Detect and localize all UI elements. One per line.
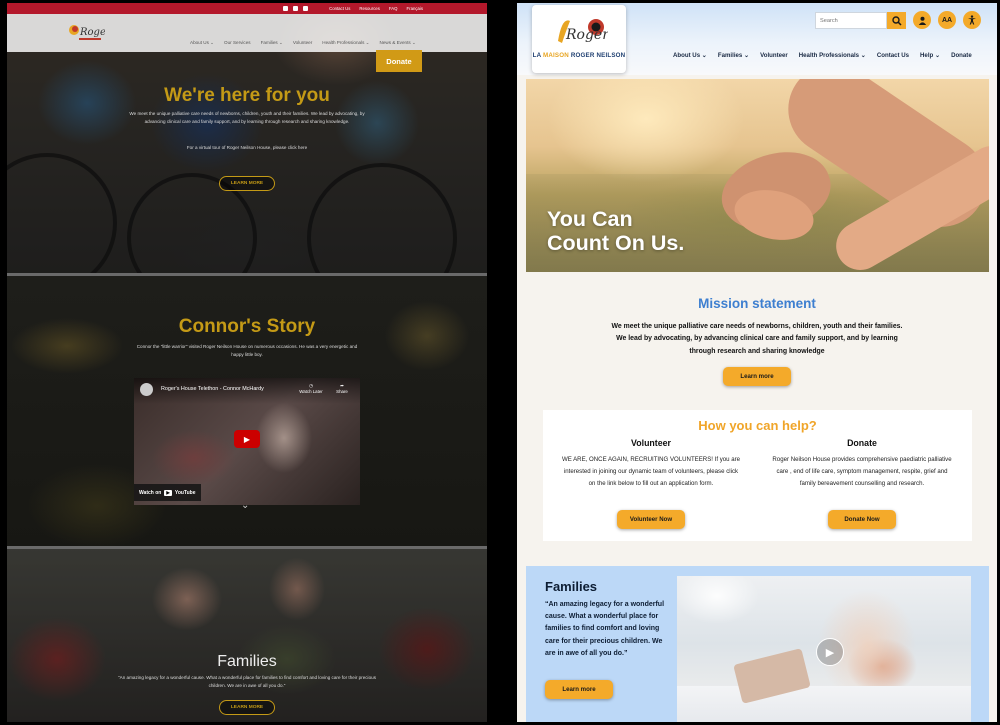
play-icon[interactable]: ▶ (234, 430, 260, 448)
topbar-link-contact[interactable]: Contact Us (329, 6, 350, 11)
help-title: How you can help? (698, 418, 817, 433)
watch-later-button[interactable]: ◷ Watch Later (292, 383, 330, 394)
old-families-learn-more-button[interactable]: LEARN MORE (219, 700, 275, 715)
old-nav-about[interactable]: About Us ⌄ (190, 40, 214, 46)
old-hero-title: We're here for you (164, 85, 330, 106)
old-story-title: Connor's Story (178, 316, 316, 337)
topbar-link-resources[interactable]: Resources (359, 6, 380, 11)
new-logo[interactable]: Roger LA MAISON ROGER NEILSON (532, 5, 626, 73)
families-learn-more-button[interactable]: Learn more (545, 680, 613, 699)
new-main-nav: About Us ⌄ Families ⌄ Volunteer Health P… (673, 52, 972, 59)
nav-about-us[interactable]: About Us ⌄ (673, 52, 707, 59)
chevron-down-icon[interactable]: ⌄ (241, 500, 249, 511)
mission-title: Mission statement (698, 296, 816, 311)
user-button[interactable] (913, 11, 931, 29)
blanket-shape (677, 686, 971, 722)
email-icon[interactable] (303, 6, 309, 11)
old-nav-news[interactable]: News & Events ⌄ (380, 40, 416, 46)
search-icon (891, 15, 902, 26)
donate-text: Roger Neilson House provides comprehensi… (772, 456, 952, 487)
old-hero-tour-link[interactable]: For a virtual tour of Roger Neilson Hous… (119, 144, 375, 152)
accessibility-button[interactable] (963, 11, 981, 29)
new-website: Roger LA MAISON ROGER NEILSON AA About U… (517, 3, 997, 722)
old-donate-button[interactable]: Donate (376, 50, 422, 72)
mission-text: We meet the unique palliative care needs… (611, 323, 903, 355)
old-nav-volunteer[interactable]: Volunteer (293, 40, 312, 46)
nav-contact-us[interactable]: Contact Us (877, 52, 909, 59)
chevron-down-icon: ⌄ (860, 52, 866, 59)
new-header: Roger LA MAISON ROGER NEILSON AA About U… (517, 3, 997, 75)
watch-later-label: Watch Later (299, 389, 323, 394)
chevron-down-icon: ⌄ (701, 52, 707, 59)
search-input[interactable] (815, 12, 887, 29)
twitter-icon[interactable] (293, 6, 299, 11)
old-main-nav: About Us ⌄ Our Services Families ⌄ Volun… (190, 40, 416, 46)
chevron-down-icon: ⌄ (934, 52, 941, 59)
share-label: Share (336, 389, 348, 394)
families-title: Families (545, 579, 598, 594)
old-hero-learn-more-button[interactable]: LEARN MORE (219, 176, 275, 191)
nav-families[interactable]: Families ⌄ (718, 52, 749, 59)
share-button[interactable]: ➦ Share (330, 383, 354, 394)
families-quote: “An amazing legacy for a wonderful cause… (545, 601, 665, 657)
old-hero-text: We meet the unique palliative care needs… (129, 111, 365, 125)
old-website: We're here for you We meet the unique pa… (7, 3, 487, 722)
user-icon (918, 16, 926, 25)
donate-now-button[interactable]: Donate Now (828, 510, 896, 529)
volunteer-text: WE ARE, ONCE AGAIN, RECRUITING VOLUNTEER… (561, 456, 741, 487)
svg-text:Roger: Roger (565, 27, 608, 43)
old-families-text: "An amazing legacy for a wonderful cause… (118, 675, 376, 689)
new-hero-section: You Can Count On Us. (526, 79, 989, 272)
nav-help[interactable]: Help ⌄ (920, 52, 940, 59)
search-button[interactable] (887, 12, 906, 29)
old-video-player[interactable]: Roger's House Telethon - Connor McHardy … (134, 378, 360, 505)
new-hero-title: You Can Count On Us. (547, 207, 685, 255)
play-icon[interactable]: ▶ (816, 638, 844, 666)
nav-volunteer[interactable]: Volunteer (760, 52, 788, 59)
old-nav-health-professionals[interactable]: Health Professionals ⌄ (322, 40, 369, 46)
families-overlay (7, 549, 487, 722)
logo-wordmark: LA MAISON ROGER NEILSON (532, 52, 626, 59)
topbar-link-francais[interactable]: Français (407, 6, 423, 11)
old-nav-services[interactable]: Our Services (224, 40, 251, 46)
families-section: Families “An amazing legacy for a wonder… (526, 566, 989, 722)
topbar-link-faq[interactable]: FAQ (389, 6, 398, 11)
volunteer-now-button[interactable]: Volunteer Now (617, 510, 685, 529)
svg-text:Roger: Roger (79, 27, 105, 38)
donate-heading: Donate (847, 438, 877, 448)
comparison-stage: We're here for you We meet the unique pa… (0, 0, 1000, 725)
youtube-label: YouTube (174, 489, 196, 496)
facebook-icon[interactable] (283, 6, 289, 11)
text-size-button[interactable]: AA (938, 11, 956, 29)
mission-learn-more-button[interactable]: Learn more (723, 367, 791, 386)
chevron-down-icon: ⌄ (744, 52, 750, 59)
social-links (283, 6, 309, 11)
text-size-icon: AA (941, 16, 953, 24)
channel-avatar[interactable] (140, 383, 153, 396)
old-families-title: Families (217, 653, 277, 670)
old-header: Roger About Us ⌄ Our Services Families ⌄… (7, 14, 487, 52)
help-section: How you can help? Volunteer WE ARE, ONCE… (543, 410, 972, 541)
families-video[interactable]: ▶ (677, 576, 971, 722)
nav-donate[interactable]: Donate (951, 52, 972, 59)
logo-mark: Roger (558, 19, 608, 43)
old-logo[interactable]: Roger (65, 20, 105, 44)
watch-on-youtube-button[interactable]: Watch on ▶ YouTube (134, 484, 201, 501)
youtube-logo-icon: ▶ (164, 489, 172, 496)
video-title[interactable]: Roger's House Telethon - Connor McHardy (161, 386, 264, 392)
old-topbar: Contact Us Resources FAQ Français (7, 3, 487, 14)
watch-on-label: Watch on (139, 489, 162, 496)
old-nav-families[interactable]: Families ⌄ (261, 40, 283, 46)
old-story-text: Connor the "little warrior" visited Roge… (136, 344, 358, 358)
volunteer-heading: Volunteer (631, 438, 671, 448)
old-families-section: Families "An amazing legacy for a wonder… (7, 549, 487, 722)
nav-health-professionals[interactable]: Health Professionals ⌄ (799, 52, 866, 59)
old-story-section: Connor's Story Connor the "little warrio… (7, 276, 487, 546)
accessibility-icon (968, 15, 976, 25)
